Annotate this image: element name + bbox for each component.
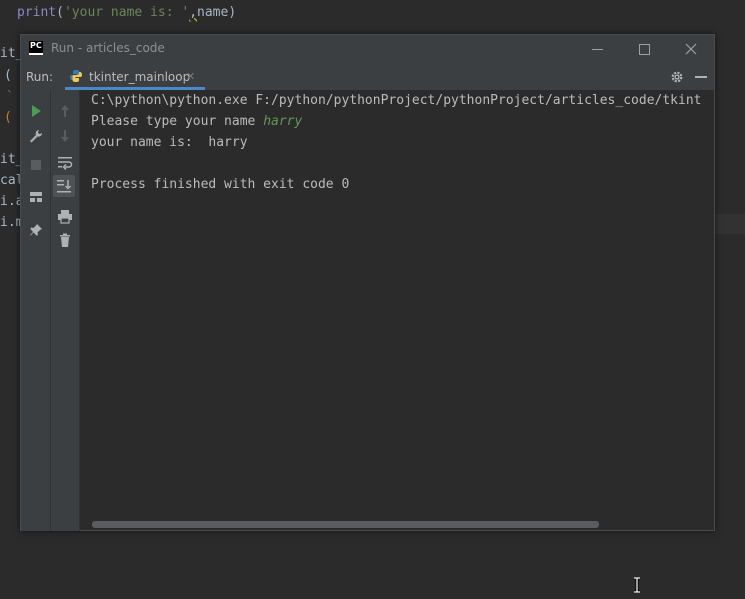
code-string: 'your name is: ': [63, 5, 190, 20]
console-user-input: harry: [263, 114, 303, 129]
maximize-icon: [638, 43, 650, 55]
scroll-to-end-toggle[interactable]: [53, 175, 75, 197]
gear-icon[interactable]: [670, 70, 684, 84]
close-button[interactable]: [668, 35, 714, 63]
pin-icon[interactable]: [28, 222, 44, 238]
console-command: C:\python\python.exe F:/python/pythonPro…: [91, 93, 702, 108]
code-comma: ,: [189, 5, 198, 20]
console-prompt: Please type your name: [91, 114, 264, 129]
run-window: PC Run - articles_code Run: tkinter_main…: [20, 34, 715, 531]
run-toolbar-secondary: [51, 90, 80, 531]
stop-icon[interactable]: [28, 157, 44, 173]
run-label: Run:: [26, 70, 54, 84]
tab-tkinter-mainloop[interactable]: tkinter_mainloop ✕: [65, 63, 205, 90]
console-exit-message: Process finished with exit code 0: [91, 177, 350, 192]
trash-icon[interactable]: [57, 232, 73, 248]
code-func: print: [17, 5, 57, 20]
title-bar[interactable]: PC Run - articles_code: [21, 35, 714, 63]
scroll-to-end-icon: [57, 180, 72, 193]
code-fragment: (: [4, 110, 12, 125]
minimize-icon: [591, 48, 603, 50]
arrow-down-icon[interactable]: [57, 128, 73, 144]
current-line-highlight: [715, 214, 745, 234]
console-output-line: your name is: harry: [91, 135, 248, 150]
code-fragment: (: [4, 68, 12, 83]
pycharm-logo-icon: PC: [29, 41, 43, 55]
code-line: print('your name is: ',name): [17, 5, 236, 20]
rerun-icon[interactable]: [28, 103, 44, 119]
run-toolbar-primary: [21, 90, 51, 531]
wrench-icon[interactable]: [28, 128, 44, 144]
hide-panel-icon[interactable]: [695, 76, 707, 78]
python-icon: [70, 70, 82, 82]
soft-wrap-icon[interactable]: [57, 154, 73, 170]
console-output[interactable]: C:\python\python.exe F:/python/pythonPro…: [80, 90, 714, 530]
run-tab-bar: Run: tkinter_mainloop ✕: [21, 63, 714, 90]
console-prompt-line: Please type your name harry: [91, 114, 302, 129]
code-close-paren: ): [228, 5, 237, 20]
close-icon: [685, 43, 697, 55]
code-open-paren: (: [56, 5, 64, 20]
code-arg: name: [197, 5, 229, 20]
run-tab-label: tkinter_mainloop: [89, 70, 191, 84]
text-cursor-icon: [634, 577, 640, 593]
maximize-button[interactable]: [621, 35, 667, 63]
window-title: Run - articles_code: [51, 41, 165, 55]
tab-close-icon[interactable]: ✕: [186, 70, 195, 83]
code-fragment: `: [6, 90, 14, 105]
arrow-up-icon[interactable]: [57, 103, 73, 119]
minimize-button[interactable]: [574, 35, 620, 63]
layout-icon[interactable]: [28, 189, 44, 205]
print-icon[interactable]: [57, 208, 73, 224]
horizontal-scrollbar[interactable]: [92, 521, 599, 528]
